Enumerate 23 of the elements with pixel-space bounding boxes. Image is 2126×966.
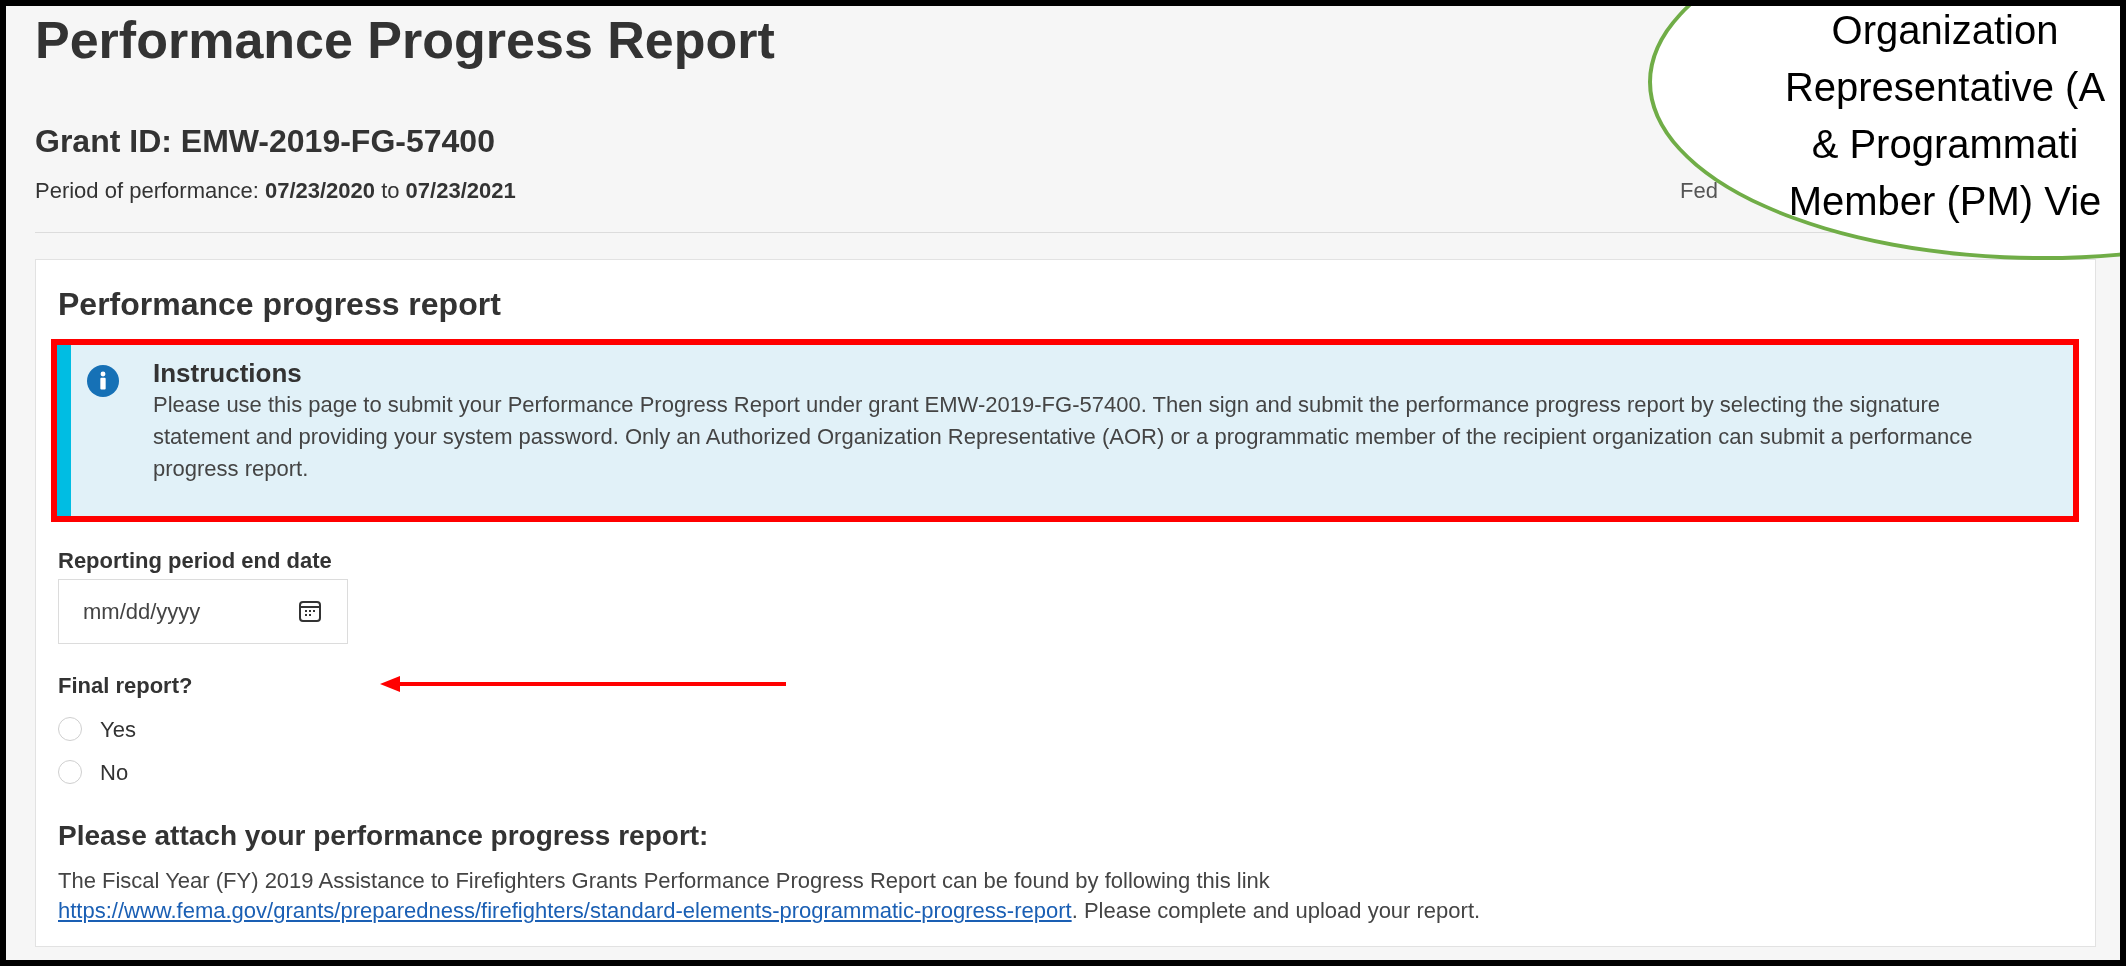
federal-label: Fed [1680,177,1718,205]
radio-button[interactable] [58,717,82,741]
calendar-icon[interactable] [298,599,322,623]
attach-heading: Please attach your performance progress report: [58,819,709,853]
field-label: Reporting period end date [58,547,332,575]
field-label: Final report? [58,672,193,700]
instructions-text: Please use this page to submit your Performance Progress Report under grant EMW-2019-FG-57400. Then sign and submit the performance progress report by selecting the signature statement and providing your system password. Only an Authorized Organization Representative (AOR) or a programmatic member of the recipient organization can submit a performance progress report. [153,391,1974,483]
attach-text: The Fiscal Year (FY) 2019 Assistance to Firefighters Grants Performance Progress Report can be found by following this link https://www.fema.gov/grants/preparedness/firefighters/standard-elements-programmatic-progress-report. Please complete and upload your report. [58,867,1482,925]
radio-button[interactable] [58,760,82,784]
callout-text: Member (PM) Vie [1788,178,2102,225]
callout-text: Organization [1831,7,2059,54]
performance-period: Period of performance: 07/23/2020 to 07/23/2021 [35,177,516,205]
card-title: Performance progress report [58,286,501,322]
date-field[interactable]: mm/dd/yyyy [58,579,348,644]
page-title: Performance Progress Report [35,10,775,70]
report-link[interactable]: https://www.fema.gov/grants/preparedness/firefighters/standard-elements-programmatic-progress-report [58,898,1072,923]
radio-option[interactable]: No [58,757,129,787]
callout-text: Representative (A [1784,64,2106,111]
radio-option[interactable]: Yes [58,714,136,744]
instructions-title: Instructions [153,357,302,389]
callout-text: & Programmati [1811,121,2079,168]
grant-id: Grant ID: EMW-2019-FG-57400 [35,122,495,161]
info-icon [87,365,119,397]
